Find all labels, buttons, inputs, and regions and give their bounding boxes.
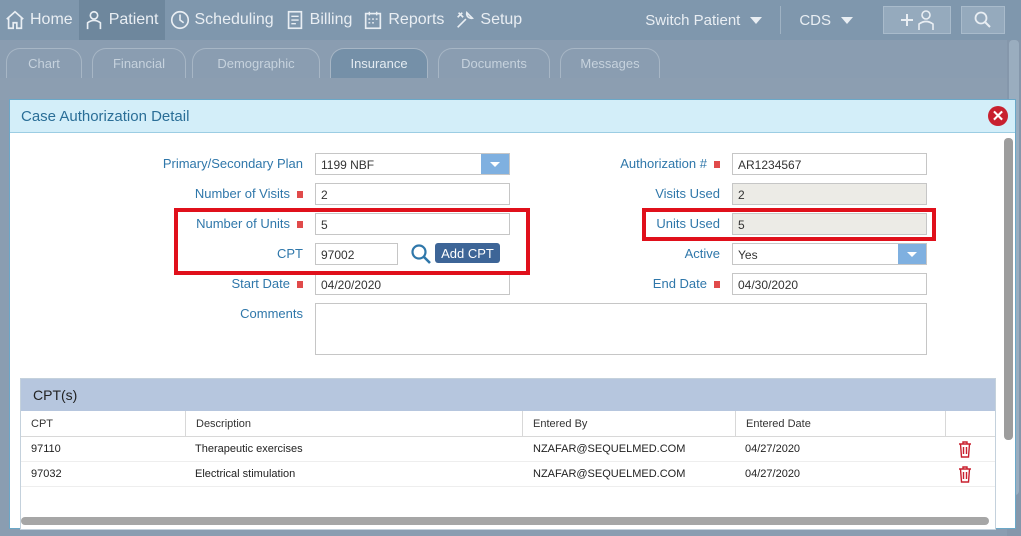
comments-textarea[interactable]	[315, 303, 927, 355]
nav-right: Switch Patient CDS	[645, 0, 1021, 40]
nav-setup-label: Setup	[480, 11, 523, 28]
modal-header: Case Authorization Detail	[10, 100, 1015, 133]
cds-dropdown[interactable]: CDS	[799, 12, 853, 29]
auth-no-input[interactable]: AR1234567	[732, 153, 927, 175]
search-icon	[974, 11, 991, 28]
cpt-table-header: CPT Description Entered By Entered Date	[21, 411, 995, 437]
nav-billing[interactable]: Billing	[280, 0, 359, 40]
dropdown-button[interactable]	[898, 244, 926, 264]
tab-chart[interactable]: Chart	[6, 48, 82, 78]
billing-icon	[287, 10, 302, 30]
comments-label: Comments	[240, 306, 303, 321]
chevron-down-icon	[907, 251, 917, 257]
visits-used-label: Visits Used	[655, 186, 720, 201]
modal-title: Case Authorization Detail	[21, 107, 190, 125]
tab-demographic[interactable]: Demographic	[192, 48, 320, 78]
nav-reports-label: Reports	[388, 11, 445, 28]
col-entered-date[interactable]: Entered Date	[736, 411, 946, 437]
cell-description: Therapeutic exercises	[195, 443, 303, 455]
chevron-down-icon	[841, 16, 853, 24]
highlight-units-used	[642, 208, 936, 241]
nav-setup[interactable]: Setup	[450, 0, 528, 40]
tab-messages[interactable]: Messages	[560, 48, 660, 78]
tab-financial[interactable]: Financial	[92, 48, 186, 78]
primary-plan-label: Primary/Secondary Plan	[162, 156, 303, 171]
trash-icon[interactable]	[958, 466, 972, 483]
tab-chart-label: Chart	[28, 56, 60, 71]
required-marker	[714, 161, 720, 169]
num-visits-input[interactable]: 2	[315, 183, 510, 205]
col-description[interactable]: Description	[186, 411, 523, 437]
required-marker	[714, 281, 720, 289]
cell-cpt: 97110	[31, 443, 61, 455]
nav-reports[interactable]: Reports	[358, 0, 450, 40]
tab-insurance[interactable]: Insurance	[330, 48, 428, 78]
horizontal-scrollbar[interactable]	[21, 517, 989, 525]
cell-entered-by: NZAFAR@SEQUELMED.COM	[533, 443, 686, 455]
col-entered-by[interactable]: Entered By	[523, 411, 736, 437]
patient-icon	[86, 10, 101, 30]
required-marker	[297, 191, 303, 199]
col-cpt[interactable]: CPT	[21, 411, 186, 437]
nav-home[interactable]: Home	[0, 0, 79, 40]
switch-patient-label: Switch Patient	[645, 11, 741, 29]
close-icon: ✕	[991, 107, 1005, 125]
search-button[interactable]	[961, 6, 1005, 34]
tab-bar: Chart Financial Demographic Insurance Do…	[0, 40, 1007, 78]
nav-patient-label: Patient	[108, 11, 159, 28]
calendar-icon	[365, 11, 382, 30]
chevron-down-icon	[490, 161, 500, 167]
start-date-input[interactable]: 04/20/2020	[315, 273, 510, 295]
cell-description: Electrical stimulation	[195, 468, 296, 480]
primary-plan-value: 1199 NBF	[321, 158, 375, 172]
top-nav: Home Patient Scheduling Billing Reports …	[0, 0, 1021, 40]
nav-scheduling-label: Scheduling	[194, 11, 274, 28]
tab-insurance-label: Insurance	[350, 56, 408, 71]
required-marker	[297, 281, 303, 289]
nav-patient[interactable]: Patient	[78, 0, 165, 40]
num-visits-label: Number of Visits	[140, 186, 303, 201]
nav-divider	[780, 6, 782, 34]
chevron-down-icon	[750, 16, 763, 24]
cell-entered-by: NZAFAR@SEQUELMED.COM	[533, 468, 686, 480]
switch-patient-dropdown[interactable]: Switch Patient	[645, 11, 763, 29]
cell-entered-date: 04/27/2020	[745, 468, 801, 480]
cpt-panel-title: CPT(s)	[21, 379, 995, 411]
auth-no-label: Authorization #	[570, 156, 720, 171]
home-icon	[6, 10, 24, 30]
tab-messages-label: Messages	[580, 56, 640, 71]
tab-documents-label: Documents	[461, 56, 527, 71]
nav-billing-label: Billing	[309, 11, 353, 28]
nav-home-label: Home	[30, 11, 73, 28]
end-date-label: End Date	[570, 276, 720, 291]
close-button[interactable]: ✕	[988, 106, 1008, 126]
add-patient-button[interactable]	[883, 6, 951, 34]
highlight-units-cpt	[174, 208, 530, 275]
active-select[interactable]: Yes	[732, 243, 927, 265]
table-row[interactable]: 97110 Therapeutic exercises NZAFAR@SEQUE…	[21, 437, 995, 462]
modal-scrollbar[interactable]	[1004, 138, 1013, 440]
start-date-label: Start Date	[140, 276, 303, 291]
tab-financial-label: Financial	[112, 56, 166, 71]
cds-label: CDS	[799, 11, 831, 29]
cell-cpt: 97032	[31, 468, 62, 480]
active-label: Active	[684, 246, 720, 261]
dropdown-button[interactable]	[481, 154, 509, 174]
visits-used-field: 2	[732, 183, 927, 205]
nav-scheduling[interactable]: Scheduling	[165, 0, 280, 40]
wrench-icon	[457, 11, 475, 28]
tab-documents[interactable]: Documents	[438, 48, 550, 78]
primary-plan-select[interactable]: 1199 NBF	[315, 153, 510, 175]
tab-demographic-label: Demographic	[217, 56, 295, 71]
trash-icon[interactable]	[958, 441, 972, 458]
active-value: Yes	[738, 248, 758, 262]
table-row[interactable]: 97032 Electrical stimulation NZAFAR@SEQU…	[21, 462, 995, 487]
case-authorization-modal: Case Authorization Detail ✕ Primary/Seco…	[9, 99, 1016, 530]
cpt-panel: CPT(s) CPT Description Entered By Entere…	[20, 378, 996, 530]
end-date-input[interactable]: 04/30/2020	[732, 273, 927, 295]
cell-entered-date: 04/27/2020	[745, 443, 801, 455]
clock-icon	[170, 10, 189, 30]
page-backdrop	[0, 78, 1007, 100]
add-user-icon	[901, 10, 934, 30]
